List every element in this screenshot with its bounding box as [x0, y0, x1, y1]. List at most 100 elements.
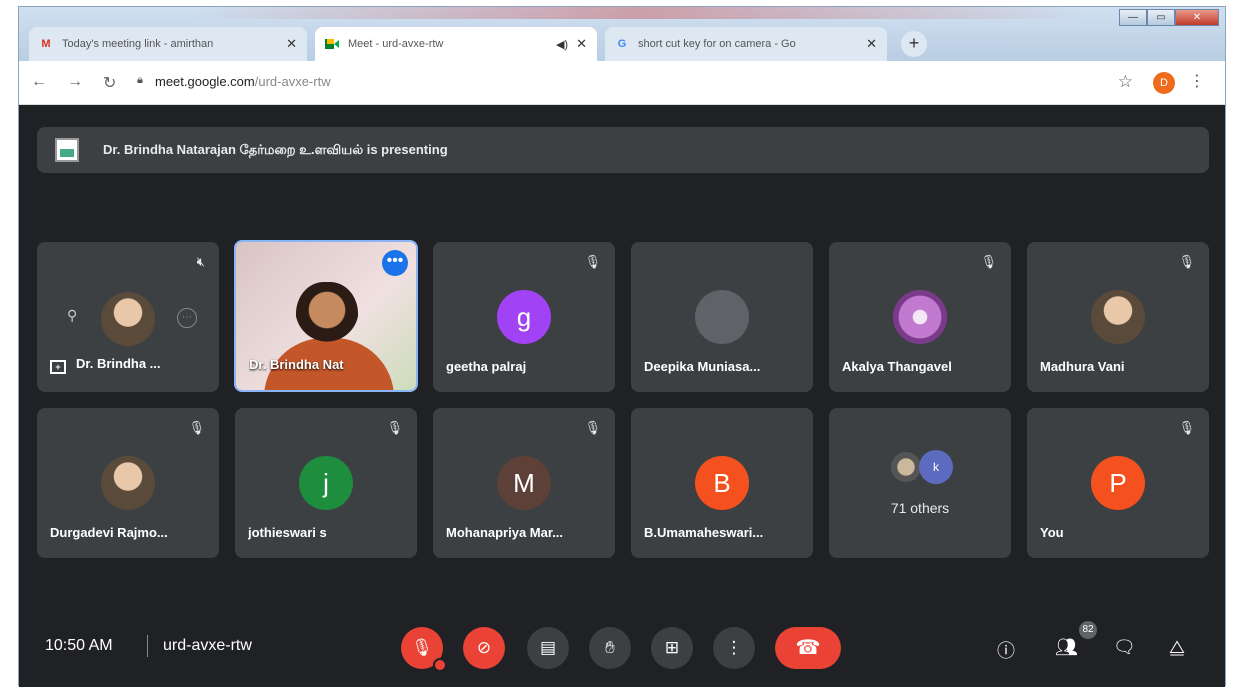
participant-name: Dr. Brindha Nat [249, 357, 344, 372]
profile-avatar[interactable]: D [1153, 72, 1175, 94]
browser-menu-icon[interactable]: ⋮ [1189, 71, 1205, 91]
participant-tile[interactable]: 🎙︎ Durgadevi Rajmo... [37, 408, 219, 558]
participant-tile[interactable]: B B.Umamaheswari... [631, 408, 813, 558]
mic-off-icon: 🎙︎ [411, 638, 433, 657]
participant-name: jothieswari s [248, 525, 327, 540]
mic-off-icon: 🎙︎ [584, 420, 601, 435]
others-count: 71 others [890, 500, 950, 516]
meet-icon [325, 38, 339, 50]
bookmark-star-icon[interactable]: ☆ [1118, 72, 1133, 92]
window-close-button[interactable]: ✕ [1175, 9, 1219, 26]
browser-window: M Today's meeting link - amirthan ✕ Meet… [18, 6, 1226, 687]
participant-name: Dr. Brindha ... [76, 356, 161, 371]
close-icon[interactable]: ✕ [286, 36, 297, 52]
avatar: j [299, 456, 353, 510]
avatar [101, 292, 155, 346]
gmail-icon: M [41, 38, 51, 50]
participant-tile[interactable]: 🎙︎ Akalya Thangavel [829, 242, 1011, 392]
maximize-button[interactable]: ▭ [1147, 9, 1175, 26]
more-options-button[interactable]: ⋮ [713, 627, 755, 669]
meeting-code: urd-avxe-rtw [163, 637, 252, 654]
participant-video [296, 282, 358, 352]
more-vert-icon: ⋮ [725, 638, 743, 657]
present-screen-icon: ⊞ [664, 638, 680, 657]
mic-off-icon: 🎙︎ [1178, 254, 1195, 269]
tab-meet[interactable]: Meet - urd-avxe-rtw ◀) ✕ [315, 27, 597, 61]
others-tile[interactable]: k 71 others [829, 408, 1011, 558]
leave-call-button[interactable]: ☎︎ [775, 627, 841, 669]
mic-off-icon: 🎙︎ [1178, 420, 1195, 435]
camera-off-icon: ⊘ [476, 638, 492, 657]
more-options-icon[interactable]: ••• [382, 250, 408, 276]
window-controls: — ▭ ✕ [1119, 9, 1219, 26]
forward-arrow-icon[interactable]: → [67, 73, 83, 91]
avatar [893, 290, 947, 344]
avatar: g [497, 290, 551, 344]
mic-off-icon: 🎙︎ [188, 420, 205, 435]
participant-name: geetha palraj [446, 359, 527, 374]
avatar [1091, 290, 1145, 344]
meeting-details-icon[interactable]: ⓘ [997, 637, 1015, 663]
participant-name: Mohanapriya Mar... [446, 525, 564, 540]
hang-up-icon: ☎︎ [795, 637, 821, 659]
speaker-icon[interactable]: ◀) [556, 38, 568, 51]
tab-strip: M Today's meeting link - amirthan ✕ Meet… [19, 7, 1225, 61]
participant-tile[interactable]: Deepika Muniasa... [631, 242, 813, 392]
new-tab-button[interactable]: + [901, 31, 927, 57]
avatar: P [1091, 456, 1145, 510]
camera-toggle-button[interactable]: ⊘ [463, 627, 505, 669]
more-options-icon[interactable]: ⋯ [177, 308, 197, 328]
tab-title: Today's meeting link - amirthan [62, 38, 214, 50]
reload-icon[interactable]: ↻ [103, 73, 116, 93]
avatar: B [695, 456, 749, 510]
mic-toggle-button[interactable]: 🎙︎ [401, 627, 447, 672]
raise-hand-button[interactable]: ✋︎ [589, 627, 631, 669]
lock-icon[interactable]: 🔒︎ [137, 74, 143, 87]
avatar [889, 450, 923, 484]
avatar [695, 290, 749, 344]
participant-tile[interactable]: 🎙︎ Madhura Vani [1027, 242, 1209, 392]
participant-tile-video[interactable]: ••• Dr. Brindha Nat [234, 240, 418, 392]
participant-name: Akalya Thangavel [842, 359, 952, 374]
captions-icon: ▤ [539, 638, 557, 657]
avatar [101, 456, 155, 510]
participant-tile[interactable]: 🎙︎ M Mohanapriya Mar... [433, 408, 615, 558]
mic-off-icon: 🎙︎ [386, 420, 403, 435]
google-icon: G [617, 38, 627, 50]
close-icon[interactable]: ✕ [576, 36, 587, 52]
self-tile[interactable]: 🎙︎ P You [1027, 408, 1209, 558]
people-count-badge: 82 [1079, 621, 1097, 639]
participant-name: You [1040, 525, 1064, 540]
participant-name: Deepika Muniasa... [644, 359, 761, 374]
people-icon[interactable]: 👥︎ [1055, 637, 1078, 658]
presenting-banner[interactable]: Dr. Brindha Natarajan தேர்மறை உ.ளவியல் i… [37, 127, 1209, 173]
participant-name: Durgadevi Rajmo... [50, 525, 168, 540]
meet-area: Dr. Brindha Natarajan தேர்மறை உ.ளவியல் i… [19, 105, 1225, 687]
pin-icon[interactable]: ⚲ [67, 307, 77, 324]
mic-off-icon: 🎙︎ [584, 254, 601, 269]
mic-off-icon: 🎙︎ [980, 254, 997, 269]
participant-tile[interactable]: 🔇︎ ⚲ ⋯ + Dr. Brindha ... [37, 242, 219, 392]
url-field[interactable]: meet.google.com/urd-avxe-rtw [155, 74, 331, 89]
participant-name: Madhura Vani [1040, 359, 1125, 374]
meeting-time: 10:50 AM [45, 637, 113, 654]
back-arrow-icon[interactable]: ← [31, 73, 47, 91]
address-bar: ← → ↻ 🔒︎ meet.google.com/urd-avxe-rtw ☆ … [19, 61, 1225, 105]
participant-name: B.Umamaheswari... [644, 525, 764, 540]
minimize-button[interactable]: — [1119, 9, 1147, 26]
tab-title: short cut key for on camera - Go [638, 38, 796, 50]
participant-tile[interactable]: 🎙︎ g geetha palraj [433, 242, 615, 392]
presenting-icon: + [50, 360, 66, 374]
captions-button[interactable]: ▤ [527, 627, 569, 669]
avatar: k [919, 450, 953, 484]
close-icon[interactable]: ✕ [866, 36, 877, 52]
presenting-text: Dr. Brindha Natarajan தேர்மறை உ.ளவியல் i… [103, 141, 448, 157]
chat-icon[interactable]: 🗨︎ [1113, 637, 1136, 658]
activities-icon[interactable]: ⧋ [1169, 637, 1185, 658]
tab-title: Meet - urd-avxe-rtw [348, 38, 444, 50]
present-button[interactable]: ⊞ [651, 627, 693, 669]
tab-gmail[interactable]: M Today's meeting link - amirthan ✕ [29, 27, 307, 61]
participant-tile[interactable]: 🎙︎ j jothieswari s [235, 408, 417, 558]
avatar: M [497, 456, 551, 510]
tab-google[interactable]: G short cut key for on camera - Go ✕ [605, 27, 887, 61]
